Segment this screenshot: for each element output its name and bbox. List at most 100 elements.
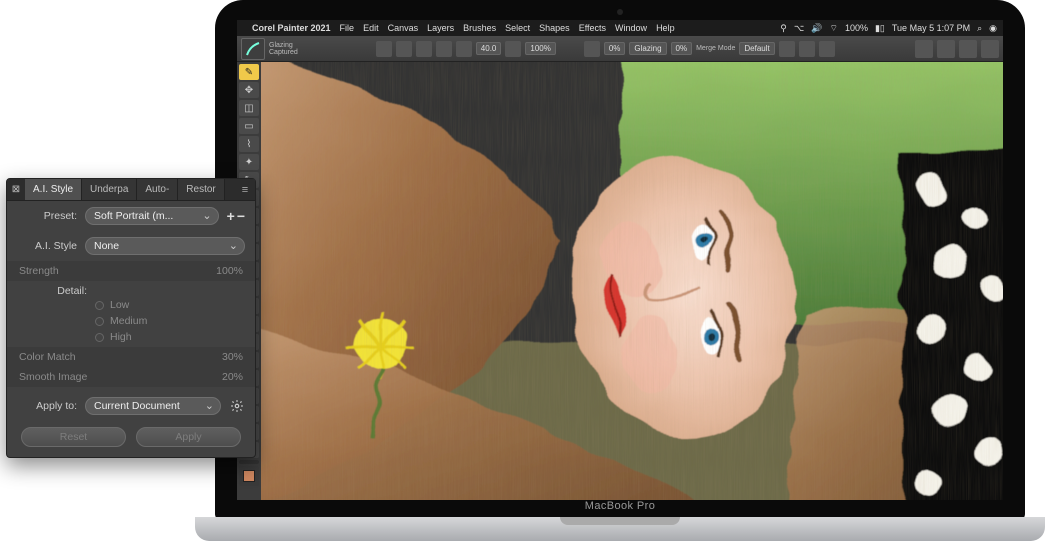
mac-status-area: ⚲ ⌥ 🔊 ⌔ 100% ▮▯ Tue May 5 1:07 PM ⌕ ◉ (780, 23, 997, 34)
tool-move[interactable]: ✥ (239, 82, 259, 98)
smooth-row: Smooth Image 20% (7, 367, 255, 387)
wifi-icon[interactable]: ⌔ (829, 23, 837, 34)
bleed-field[interactable]: 0% (671, 42, 693, 55)
brush-category-thumb[interactable] (241, 38, 265, 60)
tab-restoration[interactable]: Restor (178, 179, 224, 200)
detail-high[interactable]: High (95, 331, 255, 343)
merge-opt1[interactable] (779, 41, 795, 57)
resat-field[interactable]: 0% (604, 42, 626, 55)
quick-new-icon[interactable] (915, 40, 933, 58)
preset-remove-icon[interactable]: − (237, 208, 245, 224)
resat-icon[interactable] (584, 41, 600, 57)
colormatch-row: Color Match 30% (7, 347, 255, 367)
applyto-label: Apply to: (17, 400, 77, 412)
stroke-icon[interactable] (396, 41, 412, 57)
tool-lasso[interactable]: ⌇ (239, 136, 259, 152)
menu-file[interactable]: File (340, 23, 355, 33)
preset-select[interactable]: Soft Portrait (m... (85, 207, 219, 225)
merge-mode-select[interactable]: Default (739, 42, 774, 55)
wifi-percent: 100% (845, 23, 868, 33)
size-field[interactable]: 40.0 (476, 42, 502, 55)
screen-bezel: Corel Painter 2021 File Edit Canvas Laye… (215, 0, 1025, 520)
tab-underpainting[interactable]: Underpa (82, 179, 137, 200)
style-label: A.I. Style (17, 240, 77, 252)
laptop-base (195, 517, 1045, 541)
smooth-value: 20% (222, 371, 243, 383)
preset-row: Preset: Soft Portrait (m... + − (7, 201, 255, 231)
app-body: ✎ ✥ ◫ ▭ ⌇ ✦ ⤡ ✎ ◍ ▱ ⧉ ✒ T ◯ ◐ ✋ ⚲ (237, 62, 1003, 500)
menu-window[interactable]: Window (615, 23, 647, 33)
merge-label-group: Merge Mode (696, 45, 735, 52)
volume-icon[interactable]: 🔊 (811, 23, 822, 34)
laptop-camera (617, 9, 623, 15)
gear-icon[interactable] (229, 398, 245, 414)
app-screen: Corel Painter 2021 File Edit Canvas Laye… (237, 20, 1003, 500)
ai-style-panel[interactable]: ⊠ A.I. Style Underpa Auto- Restor ≡ Pres… (6, 178, 256, 458)
reset-button[interactable]: Reset (21, 427, 126, 447)
detail-label: Detail: (17, 285, 87, 297)
dab-icon[interactable] (376, 41, 392, 57)
toolbar-quick-icons (915, 40, 999, 58)
detail-radio-group: Low Medium High (7, 297, 255, 347)
menu-select[interactable]: Select (505, 23, 530, 33)
clock: Tue May 5 1:07 PM (892, 23, 970, 33)
quick-open-icon[interactable] (937, 40, 955, 58)
panel-menu-icon[interactable]: ≡ (235, 179, 255, 200)
menu-brushes[interactable]: Brushes (463, 23, 496, 33)
tool-brush[interactable]: ✎ (239, 64, 259, 80)
close-icon[interactable]: ⊠ (7, 179, 25, 200)
style-select[interactable]: None (85, 237, 245, 255)
panel-tabstrip: ⊠ A.I. Style Underpa Auto- Restor ≡ (7, 179, 255, 201)
menu-help[interactable]: Help (656, 23, 675, 33)
style-row: A.I. Style None (7, 231, 255, 261)
merge-opt2[interactable] (799, 41, 815, 57)
laptop-notch (560, 517, 680, 525)
menu-effects[interactable]: Effects (579, 23, 606, 33)
detail-row: Detail: (7, 281, 255, 297)
canvas[interactable] (261, 62, 1003, 500)
siri-icon[interactable]: ◉ (989, 23, 997, 34)
detail-medium[interactable]: Medium (95, 315, 255, 327)
tool-divider (239, 460, 259, 464)
detail-low[interactable]: Low (95, 299, 255, 311)
opacity-icon[interactable] (505, 41, 521, 57)
brush-name: Captured (269, 49, 298, 56)
radio-icon (95, 301, 104, 310)
colormatch-label: Color Match (19, 351, 222, 363)
tool-crop[interactable]: ◫ (239, 100, 259, 116)
apply-button[interactable]: Apply (136, 427, 241, 447)
portrait-artwork (261, 62, 1003, 500)
menu-canvas[interactable]: Canvas (388, 23, 419, 33)
tool-select-rect[interactable]: ▭ (239, 118, 259, 134)
strength-value: 100% (216, 265, 243, 277)
mac-menubar: Corel Painter 2021 File Edit Canvas Laye… (237, 20, 1003, 36)
applyto-row: Apply to: Current Document (7, 387, 255, 423)
preset-add-icon[interactable]: + (227, 208, 235, 224)
control-center-icon[interactable]: ⌥ (794, 23, 804, 34)
tab-auto[interactable]: Auto- (137, 179, 178, 200)
opacity-field[interactable]: 100% (525, 42, 555, 55)
panel-buttons: Reset Apply (7, 423, 255, 447)
tool-wand[interactable]: ✦ (239, 154, 259, 170)
jitter-icon[interactable] (416, 41, 432, 57)
brush-category-label: Glazing (269, 42, 298, 49)
applyto-select[interactable]: Current Document (85, 397, 221, 415)
quick-brush-icon[interactable] (981, 40, 999, 58)
menu-edit[interactable]: Edit (363, 23, 379, 33)
menu-layers[interactable]: Layers (427, 23, 454, 33)
tab-ai-style[interactable]: A.I. Style (25, 179, 82, 200)
bleed-label: Glazing (629, 42, 666, 55)
angle-icon[interactable] (456, 41, 472, 57)
battery-icon[interactable]: ▮▯ (875, 23, 885, 34)
app-name[interactable]: Corel Painter 2021 (252, 23, 331, 33)
search-icon[interactable]: ⌕ (977, 23, 982, 34)
brush-info[interactable]: Glazing Captured (269, 42, 298, 56)
spacing-icon[interactable] (436, 41, 452, 57)
merge-opt3[interactable] (819, 41, 835, 57)
spotlight-icon[interactable]: ⚲ (780, 23, 787, 34)
laptop-mockup: Corel Painter 2021 File Edit Canvas Laye… (195, 0, 1045, 558)
color-swatch[interactable] (239, 466, 259, 486)
menu-shapes[interactable]: Shapes (539, 23, 570, 33)
colormatch-value: 30% (222, 351, 243, 363)
quick-save-icon[interactable] (959, 40, 977, 58)
